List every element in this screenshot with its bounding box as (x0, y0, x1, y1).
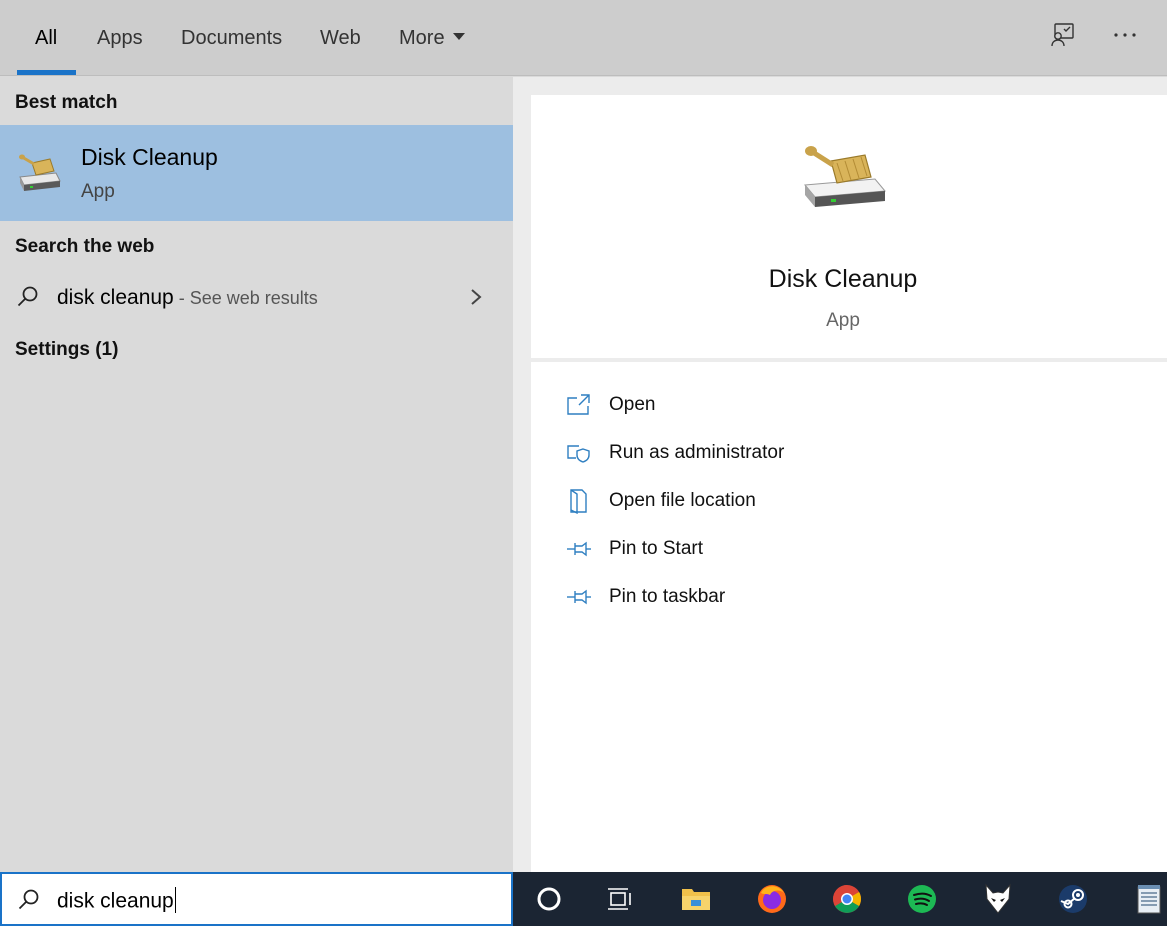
results-pane: Best match Disk Cleanup App Search the w… (0, 77, 513, 872)
app-detail-subtitle: App (826, 310, 860, 331)
tab-more[interactable]: More (399, 24, 465, 52)
chevron-right-icon (466, 285, 486, 309)
app-actions-list: Open Run as administrator Open file loca… (531, 362, 1167, 872)
tab-apps[interactable]: Apps (97, 24, 143, 52)
disk-cleanup-large-icon (801, 143, 887, 213)
action-pin-to-start-label: Pin to Start (609, 538, 703, 559)
disk-cleanup-icon (16, 151, 62, 193)
action-pin-to-taskbar-label: Pin to taskbar (609, 586, 726, 607)
file-location-icon (566, 488, 592, 515)
action-open-label: Open (609, 394, 656, 415)
best-match-heading: Best match (15, 92, 118, 113)
web-result-query: disk cleanup (57, 286, 174, 309)
tab-web[interactable]: Web (320, 24, 361, 52)
chrome-icon[interactable] (830, 882, 864, 916)
fox-app-icon[interactable] (981, 882, 1015, 916)
file-explorer-icon[interactable] (679, 882, 713, 916)
firefox-icon[interactable] (755, 882, 789, 916)
spotify-icon[interactable] (905, 882, 939, 916)
web-search-result[interactable]: disk cleanup - See web results (0, 277, 513, 317)
taskbar (513, 872, 1167, 926)
feedback-icon[interactable] (1047, 20, 1077, 50)
action-pin-to-start[interactable]: Pin to Start (531, 529, 1167, 569)
search-filter-bar: All Apps Documents Web More (0, 0, 1167, 76)
task-view-icon[interactable] (603, 882, 637, 916)
best-match-subtitle: App (81, 181, 115, 202)
pin-icon (566, 584, 592, 610)
notepad-icon[interactable] (1130, 882, 1164, 916)
cortana-icon[interactable] (532, 882, 566, 916)
text-caret (174, 887, 177, 913)
action-open[interactable]: Open (531, 385, 1167, 425)
caret-down-icon (452, 33, 465, 41)
action-run-as-administrator[interactable]: Run as administrator (531, 433, 1167, 473)
action-open-file-location[interactable]: Open file location (531, 481, 1167, 521)
tab-documents[interactable]: Documents (181, 24, 282, 52)
settings-heading[interactable]: Settings (1) (15, 339, 118, 361)
search-box[interactable]: disk cleanup (0, 872, 513, 926)
search-input[interactable]: disk cleanup (57, 887, 177, 915)
search-input-value: disk cleanup (57, 889, 174, 913)
best-match-result[interactable]: Disk Cleanup App (0, 125, 513, 221)
search-the-web-heading: Search the web (15, 236, 155, 257)
web-result-suffix: - See web results (173, 288, 318, 308)
steam-icon[interactable] (1056, 882, 1090, 916)
active-tab-indicator (17, 70, 76, 75)
action-pin-to-taskbar[interactable]: Pin to taskbar (531, 577, 1167, 617)
tab-more-label: More (399, 27, 445, 49)
tab-all[interactable]: All (35, 24, 57, 52)
best-match-title: Disk Cleanup (81, 144, 218, 170)
more-options-icon[interactable] (1110, 20, 1140, 50)
app-detail-title: Disk Cleanup (768, 265, 918, 293)
pin-icon (566, 536, 592, 562)
action-open-file-location-label: Open file location (609, 490, 756, 511)
search-icon (17, 888, 41, 912)
run-as-admin-icon (566, 440, 592, 466)
action-run-as-administrator-label: Run as administrator (609, 442, 785, 463)
web-result-text: disk cleanup - See web results (57, 286, 318, 310)
search-icon (16, 285, 40, 309)
app-detail-card: Disk Cleanup App (531, 95, 1167, 358)
open-icon (566, 392, 592, 418)
preview-pane: Disk Cleanup App Open Run as administrat… (513, 77, 1167, 872)
